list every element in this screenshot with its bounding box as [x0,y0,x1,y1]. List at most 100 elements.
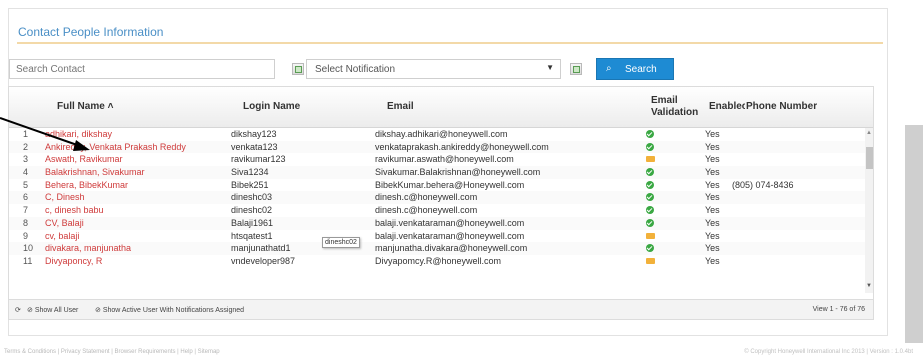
enabled-value: Yes [705,243,720,254]
grid-rows: 1 adhikari, dikshay dikshay123 dikshay.adhi… [9,128,865,268]
scroll-down-icon[interactable]: ▼ [866,283,872,289]
contact-name-link[interactable]: Balakrishnan, Sivakumar [45,167,145,177]
contact-name-link[interactable]: Ankireddy, Venkata Prakash Reddy [45,142,186,152]
email-validation-cell [646,154,655,164]
email-address: Divyapomcy.R@honeywell.com [375,255,502,266]
table-row[interactable]: 2 Ankireddy, Venkata Prakash Reddy venkata… [9,140,865,154]
check-circle-icon [646,206,654,215]
login-tooltip: dineshc02 [322,237,360,248]
enabled-value: Yes [705,205,720,216]
row-number: 9 [23,230,29,241]
phone-number: (805) 074-8436 [732,179,794,190]
row-number: 4 [23,167,29,178]
login-name: dineshc02 [231,205,273,216]
show-all-user-link[interactable]: ⊘ Show All User [27,306,78,314]
check-circle-icon [646,180,654,189]
check-circle-icon [646,218,654,227]
email-address: dinesh.c@honeywell.com [375,205,478,216]
login-name: Bibek251 [231,179,269,190]
table-row[interactable]: 5 Behera, BibekKumar Bibek251 BibekKumar.be… [9,179,865,192]
table-row[interactable]: 8 CV, Balaji Balaji1961 balaji.venkataraman… [9,216,865,230]
envelope-icon [646,156,655,163]
enabled-value: Yes [705,129,720,139]
show-active-user-link[interactable]: ⊘ Show Active User With Notifications As… [95,306,244,314]
notification-select[interactable]: Select Notification ▼ [306,59,561,79]
table-row[interactable]: 11 Divyaponcy, R vndeveloper987 Divyapomcy.… [9,255,865,268]
check-circle-icon [646,142,654,151]
email-address: ravikumar.aswath@honeywell.com [375,154,514,165]
search-button[interactable]: ⌕ Search [596,58,674,80]
email-address: manjunatha.divakara@honeywell.com [375,243,528,254]
grid-header: Full Name ˄ Login Name Email Email Valid… [9,87,873,128]
view-count: View 1 - 76 of 76 [812,306,865,313]
search-helper-icon[interactable] [292,63,304,75]
email-validation-cell [646,256,655,266]
notification-select-value: Select Notification [315,64,396,75]
login-name: vndeveloper987 [231,255,296,266]
row-number: 7 [23,205,29,216]
contact-name-link[interactable]: c, dinesh babu [45,205,104,215]
contact-name-link[interactable]: Divyaponcy, R [45,256,102,266]
column-email-validation[interactable]: Email Validation [651,95,699,119]
column-enabled[interactable]: Enablec [709,101,745,112]
email-address: balaji.venkataraman@honeywell.com [375,230,525,241]
contact-name-link[interactable]: CV, Balaji [45,218,84,228]
row-number: 11 [23,255,33,266]
row-number: 10 [23,243,34,254]
table-row[interactable]: 1 adhikari, dikshay dikshay123 dikshay.adhi… [9,128,865,141]
column-email[interactable]: Email [387,101,414,112]
contact-name-link[interactable]: divakara, manjunatha [45,243,131,253]
enabled-value: Yes [705,217,720,228]
contact-name-link[interactable]: Aswath, Ravikumar [45,154,123,164]
envelope-icon [646,257,655,264]
email-validation-cell [646,142,654,152]
table-row[interactable]: 7 c, dinesh babu dineshc02 dinesh.c@honeywe… [9,204,865,217]
email-address: dinesh.c@honeywell.com [375,192,478,203]
envelope-icon [646,232,655,239]
footer-links[interactable]: Terms & Conditions | Privacy Statement |… [4,349,220,355]
table-row[interactable]: 3 Aswath, Ravikumar ravikumar123 ravikumar.… [9,153,865,166]
copyright-text: © Copyright Honeywell International Inc … [744,349,913,355]
table-row[interactable]: 10 divakara, manjunatha manjunathatd1 manju… [9,242,865,255]
scroll-up-icon[interactable]: ▲ [866,130,872,136]
email-validation-cell [646,167,654,177]
row-number: 8 [23,217,29,228]
enabled-value: Yes [705,141,720,152]
contact-name-link[interactable]: cv, balaji [45,231,79,241]
email-validation-cell [646,218,654,228]
login-name: htsqatest1 [231,230,273,241]
row-number: 3 [23,154,29,165]
login-name: manjunathatd1 [231,243,291,254]
table-row[interactable]: 9 cv, balaji htsqatest1 balaji.venkataraman… [9,230,865,243]
login-name: Siva1234 [231,167,269,178]
login-name: ravikumar123 [231,154,286,165]
email-address: venkataprakash.ankireddy@honeywell.com [375,141,549,152]
search-button-label: Search [625,64,657,75]
row-number: 6 [23,192,29,203]
refresh-icon[interactable]: ⟳ [15,306,21,314]
login-name: dineshc03 [231,192,273,203]
contact-name-link[interactable]: Behera, BibekKumar [45,180,128,190]
search-contact-input[interactable] [9,59,275,79]
contact-name-link[interactable]: C, Dinesh [45,192,85,202]
title-divider [17,42,883,44]
email-address: Sivakumar.Balakrishnan@honeywell.com [375,167,541,178]
contact-name-link[interactable]: adhikari, dikshay [45,129,112,139]
grid-scroll-thumb[interactable] [866,147,873,169]
column-full-name[interactable]: Full Name ˄ [57,101,113,112]
notification-helper-icon[interactable] [570,63,582,75]
column-phone-number[interactable]: Phone Number [746,101,817,112]
enabled-value: Yes [705,255,720,266]
row-number: 2 [23,141,29,152]
email-validation-cell [646,180,654,190]
column-login-name[interactable]: Login Name [243,101,300,112]
email-validation-cell [646,129,654,139]
login-name: venkata123 [231,141,278,152]
email-address: balaji.venkataraman@honeywell.com [375,217,525,228]
row-number: 1 [23,129,29,139]
table-row[interactable]: 6 C, Dinesh dineshc03 dinesh.c@honeywell.co… [9,191,865,205]
check-circle-icon [646,193,654,202]
page-title: Contact People Information [18,25,164,39]
page-scrollbar[interactable] [905,125,923,343]
table-row[interactable]: 4 Balakrishnan, Sivakumar Siva1234 Sivakuma… [9,166,865,179]
